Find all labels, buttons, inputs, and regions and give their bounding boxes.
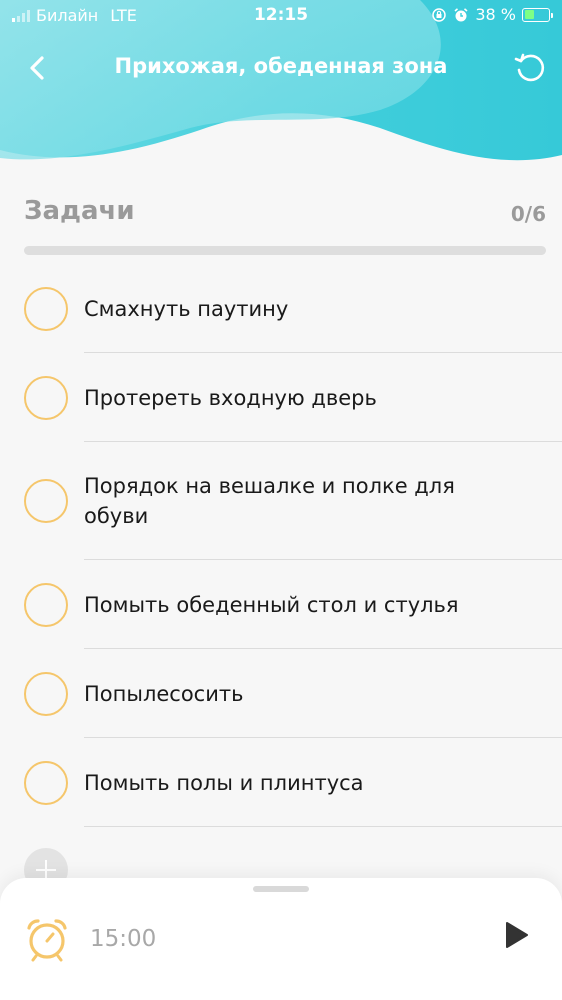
task-item[interactable]: Попылесосить [0,649,562,738]
task-item[interactable]: Смахнуть паутину [0,264,562,353]
task-checkbox[interactable] [24,760,68,805]
task-item[interactable]: Помыть полы и плинтуса [0,738,562,827]
alarm-clock-icon [27,919,67,962]
task-item[interactable]: Порядок на вешалке и полке для обуви [0,442,562,560]
task-label: Порядок на вешалке и полке для обуви [84,474,455,528]
task-item[interactable]: Помыть обеденный стол и стулья [0,560,562,649]
task-progress-bar [24,246,546,255]
reset-icon [514,53,545,82]
task-item[interactable]: Протереть входную дверь [0,353,562,442]
task-label: Смахнуть паутину [84,296,289,321]
task-checkbox[interactable] [24,375,68,420]
timer-value: 15:00 [90,926,157,952]
sheet-drag-handle[interactable] [253,886,309,892]
timer-sheet: 15:00 [0,878,562,1000]
task-checkbox[interactable] [24,479,68,523]
task-label: Попылесосить [84,681,244,706]
task-label: Протереть входную дверь [84,385,377,410]
play-button[interactable] [502,920,530,950]
task-checkbox[interactable] [24,671,68,716]
task-checkbox[interactable] [24,582,68,627]
tasks-section-header: Задачи 0/6 [24,196,546,232]
battery-percent: 38 % [475,5,516,24]
status-bar: Билайн LTE 12:15 38 % [0,0,562,30]
section-title: Задачи [24,196,135,226]
orientation-lock-icon [432,7,447,22]
battery-icon [522,7,553,22]
page-title: Прихожая, обеденная зона [114,54,448,78]
play-icon [506,922,528,948]
reset-button[interactable] [512,50,548,86]
task-label: Помыть обеденный стол и стулья [84,592,459,617]
task-count: 0/6 [510,202,546,226]
task-divider [84,826,562,827]
alarm-status-icon [454,7,468,21]
task-checkbox[interactable] [24,286,68,331]
header: Билайн LTE 12:15 38 % Прихожая, обеденна… [0,0,562,175]
chevron-left-icon [30,56,44,80]
task-label: Помыть полы и плинтуса [84,770,364,795]
back-button[interactable] [22,52,54,84]
